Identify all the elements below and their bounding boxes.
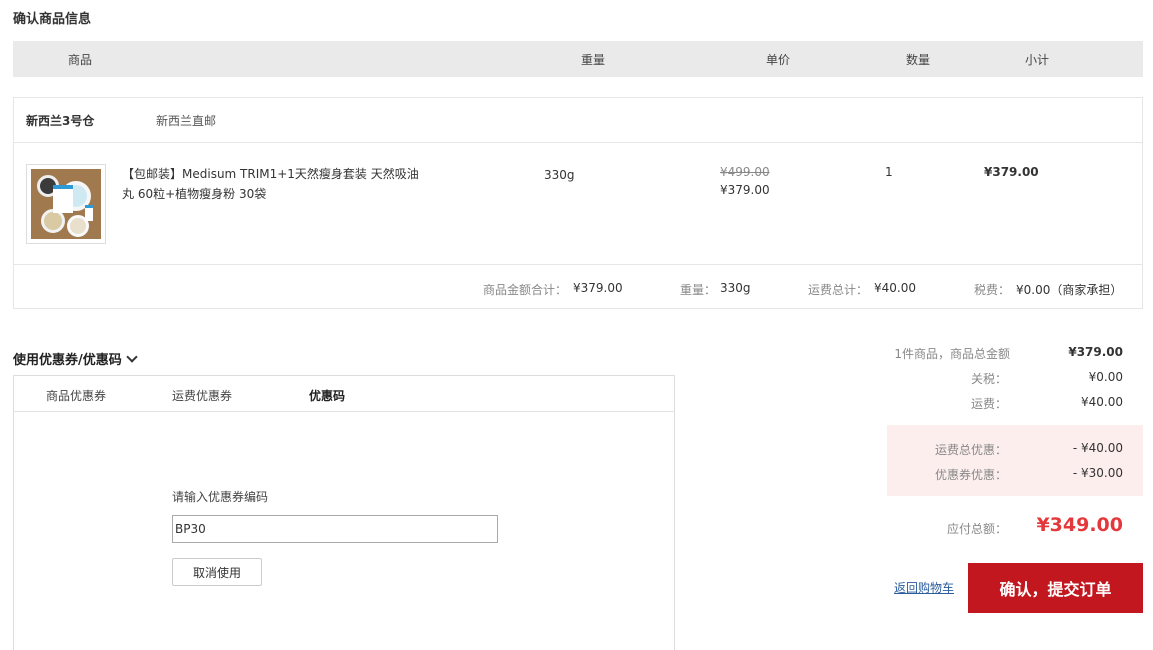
items-total-label: 1件商品，商品总金额: [894, 347, 1010, 361]
coupon-code-label: 请输入优惠券编码: [172, 490, 269, 504]
shipping-discount-value: - ¥40.00: [1072, 441, 1123, 455]
header-quantity: 数量: [906, 53, 931, 67]
submit-order-button[interactable]: 确认，提交订单: [968, 563, 1143, 613]
duty-value: ¥0.00: [1088, 370, 1123, 384]
item-quantity: 1: [885, 165, 893, 179]
tax-value: ¥0.00（商家承担）: [1016, 283, 1123, 297]
order-summary-row: 商品金额合计： ¥379.00 重量： 330g 运费总计： ¥40.00 税费…: [14, 264, 1142, 309]
product-image[interactable]: [26, 164, 106, 244]
coupon-code-input[interactable]: [172, 515, 498, 543]
discount-box: [887, 425, 1143, 496]
duty-label: 关税：: [970, 372, 1007, 386]
coupon-panel: 商品优惠券 运费优惠券 优惠码 请输入优惠券编码 取消使用: [13, 375, 675, 650]
tab-promo-code[interactable]: 优惠码: [309, 387, 345, 404]
warehouse-type: 新西兰直邮: [156, 114, 217, 128]
table-header: 商品 重量 单价 数量 小计: [13, 41, 1143, 77]
warehouse-row: 新西兰3号仓 新西兰直邮: [14, 98, 1142, 143]
header-unit-price: 单价: [766, 53, 791, 67]
shipping-total-value: ¥40.00: [874, 281, 916, 295]
order-box: 新西兰3号仓 新西兰直邮 【包邮装】Medisum TRIM1+1天然瘦身套装 …: [13, 97, 1143, 309]
header-subtotal: 小计: [1025, 53, 1050, 67]
back-to-cart-link[interactable]: 返回购物车: [894, 579, 954, 596]
shipping-total-label: 运费总计：: [808, 283, 869, 297]
amount-due-value: ¥349.00: [1036, 514, 1123, 536]
page-title: 确认商品信息: [13, 12, 92, 27]
warehouse-name: 新西兰3号仓: [26, 114, 95, 128]
shipping-label: 运费：: [970, 397, 1007, 411]
item-price: ¥379.00: [720, 183, 770, 197]
item-original-price: ¥499.00: [720, 165, 770, 179]
shipping-discount-label: 运费总优惠：: [934, 443, 1007, 457]
coupon-discount-value: - ¥30.00: [1072, 466, 1123, 480]
product-name[interactable]: 【包邮装】Medisum TRIM1+1天然瘦身套装 天然吸油丸 60粒+植物瘦…: [122, 164, 422, 204]
item-weight: 330g: [544, 168, 575, 182]
goods-total-value: ¥379.00: [573, 281, 623, 295]
cancel-coupon-button[interactable]: 取消使用: [172, 558, 262, 586]
coupon-toggle[interactable]: 使用优惠券/优惠码: [13, 349, 138, 368]
header-weight: 重量: [581, 53, 606, 67]
tax-label: 税费：: [974, 283, 1011, 297]
tab-goods-coupon[interactable]: 商品优惠券: [46, 387, 106, 404]
amount-due-label: 应付总额：: [946, 522, 1007, 536]
items-total-value: ¥379.00: [1068, 345, 1123, 359]
header-product: 商品: [68, 53, 93, 67]
tab-shipping-coupon[interactable]: 运费优惠券: [172, 387, 232, 404]
coupon-discount-label: 优惠券优惠：: [934, 468, 1007, 482]
coupon-tabs: 商品优惠券 运费优惠券 优惠码: [14, 376, 674, 412]
chevron-down-icon: [126, 351, 138, 363]
item-subtotal: ¥379.00: [984, 165, 1039, 179]
shipping-value: ¥40.00: [1081, 395, 1123, 409]
summary-weight-value: 330g: [720, 281, 751, 295]
coupon-title: 使用优惠券/优惠码: [13, 353, 122, 368]
goods-total-label: 商品金额合计：: [483, 283, 568, 297]
summary-weight-label: 重量：: [680, 283, 717, 297]
